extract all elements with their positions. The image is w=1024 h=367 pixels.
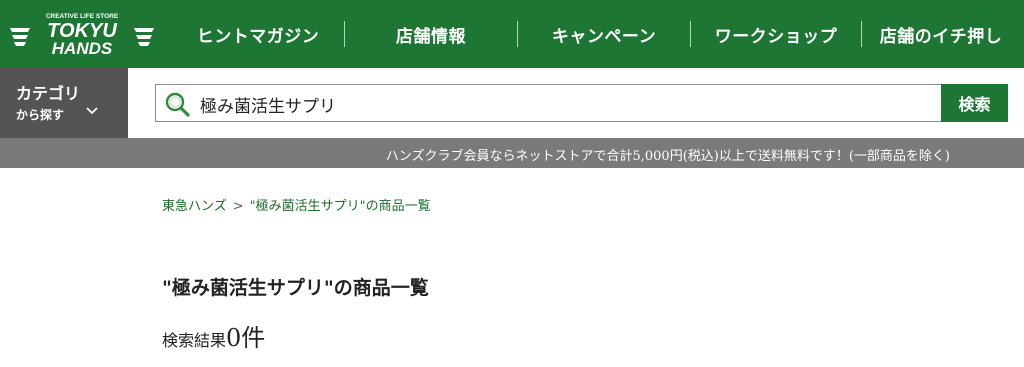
shipping-notice-banner: ハンズクラブ会員ならネットストアで合計5,000円(税込)以上で送料無料です！(…: [0, 138, 1024, 168]
search-row: カテゴリ から探す 検索: [0, 68, 1024, 138]
search-box: [155, 84, 941, 122]
nav-item-hint-magazine[interactable]: ヒントマガジン: [172, 0, 344, 68]
main-nav: ヒントマガジン 店舗情報 キャンペーン ワークショップ 店舗のイチ押し: [172, 0, 1024, 68]
nav-item-store-picks[interactable]: 店舗のイチ押し: [862, 0, 1020, 68]
tokyu-hands-logo[interactable]: CREATIVE LIFE STORE TOKYU HANDS: [8, 8, 156, 58]
page-title: "極み菌活生サプリ"の商品一覧: [162, 277, 429, 299]
search-icon: [165, 92, 190, 117]
breadcrumb-home-link[interactable]: 東急ハンズ: [162, 199, 227, 214]
results-count: 0件: [226, 324, 266, 352]
chevron-down-icon: [86, 107, 98, 115]
category-title: カテゴリ: [16, 84, 81, 103]
nav-divider: [861, 21, 862, 47]
breadcrumb: 東急ハンズ > "極み菌活生サプリ"の商品一覧: [162, 195, 431, 214]
nav-divider: [344, 21, 345, 47]
category-menu-button[interactable]: カテゴリ から探す: [0, 68, 128, 138]
nav-divider: [690, 21, 691, 47]
logo-graphic: CREATIVE LIFE STORE TOKYU HANDS: [10, 13, 154, 58]
logo-tagline: CREATIVE LIFE STORE: [46, 13, 119, 20]
search-input[interactable]: [198, 89, 902, 119]
search-results-summary: 検索結果0件: [162, 318, 265, 353]
category-subtitle: から探す: [16, 108, 65, 122]
nav-item-store-info[interactable]: 店舗情報: [345, 0, 517, 68]
results-label: 検索結果: [162, 331, 227, 350]
shipping-notice-text: ハンズクラブ会員ならネットストアで合計5,000円(税込)以上で送料無料です！(…: [385, 149, 950, 164]
nav-divider: [517, 21, 518, 47]
nav-item-campaign[interactable]: キャンペーン: [518, 0, 690, 68]
search-button[interactable]: 検索: [941, 84, 1008, 122]
nav-item-workshop[interactable]: ワークショップ: [691, 0, 861, 68]
logo-left-wing: [10, 28, 30, 46]
breadcrumb-current: "極み菌活生サプリ"の商品一覧: [249, 199, 431, 214]
breadcrumb-separator: >: [232, 199, 244, 214]
top-navigation-bar: CREATIVE LIFE STORE TOKYU HANDS ヒントマガジン …: [0, 0, 1024, 68]
logo-word-hands: HANDS: [52, 39, 113, 58]
logo-right-wing: [134, 28, 154, 46]
